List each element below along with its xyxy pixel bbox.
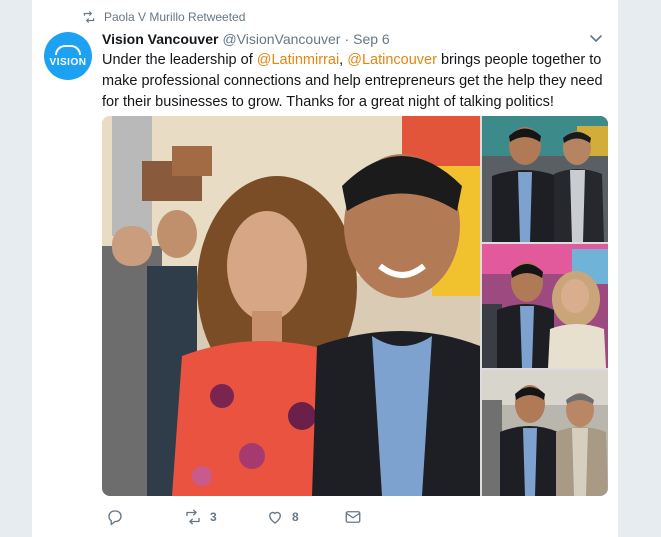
tweet-actions: 3 8 [102,508,402,528]
photo-main[interactable] [102,116,480,496]
media-grid [102,116,608,496]
like-button[interactable]: 8 [266,508,299,526]
retweet-icon [83,11,95,23]
mention-link-latinmirrai[interactable]: @Latinmirrai [257,52,339,68]
retweet-button[interactable]: 3 [184,508,217,526]
retweet-count: 3 [210,510,217,524]
reply-button[interactable] [106,508,132,526]
tweet-card[interactable]: Paola V Murillo Retweeted VISION Vision … [32,0,618,537]
tweet-text-part-1: Under the leadership of [102,52,257,68]
like-count: 8 [292,510,299,524]
separator-dot: · [344,31,350,47]
direct-message-button[interactable] [344,508,362,526]
mention-link-latincouver[interactable]: @Latincouver [347,52,437,68]
avatar[interactable]: VISION [44,32,92,80]
avatar-logo-text: VISION [49,56,87,68]
photo-man-woman[interactable] [482,244,608,368]
retweet-icon [186,509,200,525]
logo-arc-icon [55,44,81,55]
tweet-header: Vision Vancouver @VisionVancouver · Sep … [102,30,390,48]
retweet-context-text: Paola V Murillo Retweeted [104,10,246,24]
chevron-down-icon[interactable] [588,30,604,46]
retweet-context[interactable]: Paola V Murillo Retweeted [82,8,245,26]
envelope-icon [345,511,361,523]
heart-icon [269,511,281,524]
photo-two-men-2[interactable] [482,370,608,496]
author-handle[interactable]: @VisionVancouver [222,31,340,47]
photo-two-men[interactable] [482,116,608,242]
author-name[interactable]: Vision Vancouver [102,31,218,47]
tweet-text: Under the leadership of @Latinmirrai, @L… [102,50,608,113]
reply-icon [108,510,122,526]
tweet-date[interactable]: Sep 6 [353,31,390,47]
